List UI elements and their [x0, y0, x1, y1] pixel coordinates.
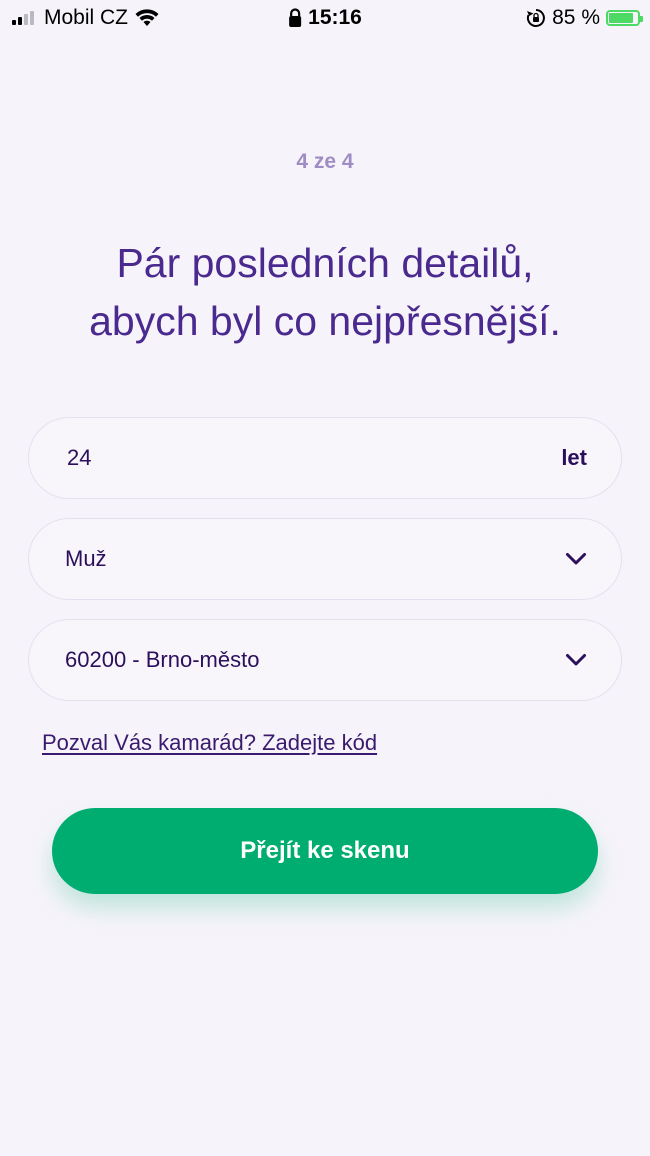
chevron-down-icon [566, 654, 586, 666]
status-left: Mobil CZ [12, 6, 160, 30]
lock-icon [289, 8, 302, 27]
age-unit-label: let [561, 445, 587, 470]
page-title-line-1: Pár posledních detailů, [116, 240, 534, 286]
region-select[interactable]: 60200 - Brno-město [28, 619, 622, 701]
signal-bars-icon [12, 11, 34, 25]
age-input-value[interactable]: 24 [67, 445, 91, 471]
page-title: Pár posledních detailů, abych byl co nej… [0, 234, 650, 350]
clock: 15:16 [308, 6, 362, 29]
status-right: 85 % [526, 6, 643, 30]
wifi-icon [135, 9, 159, 26]
rotation-lock-icon [527, 9, 545, 27]
page-title-line-2: abych byl co nejpřesnější. [89, 298, 561, 344]
region-select-value: 60200 - Brno-město [65, 647, 260, 672]
status-center: 15:16 [288, 6, 362, 30]
gender-select[interactable]: Muž [28, 518, 622, 600]
go-to-scan-button[interactable]: Přejít ke skenu [52, 808, 598, 894]
status-bar: Mobil CZ 15:16 85 % [0, 0, 650, 36]
chevron-down-icon [566, 553, 586, 565]
age-field[interactable]: 24 let [28, 417, 622, 499]
gender-select-value: Muž [65, 546, 107, 571]
invite-code-link[interactable]: Pozval Vás kamarád? Zadejte kód [42, 730, 377, 756]
carrier-name: Mobil CZ [44, 6, 129, 29]
step-indicator: 4 ze 4 [296, 150, 354, 173]
screen: Mobil CZ 15:16 85 % 4 ze 4 Pár posledníc… [0, 0, 650, 1156]
battery-level [609, 13, 633, 23]
battery-charging-icon [606, 10, 643, 26]
battery-percentage: 85 % [552, 6, 600, 29]
